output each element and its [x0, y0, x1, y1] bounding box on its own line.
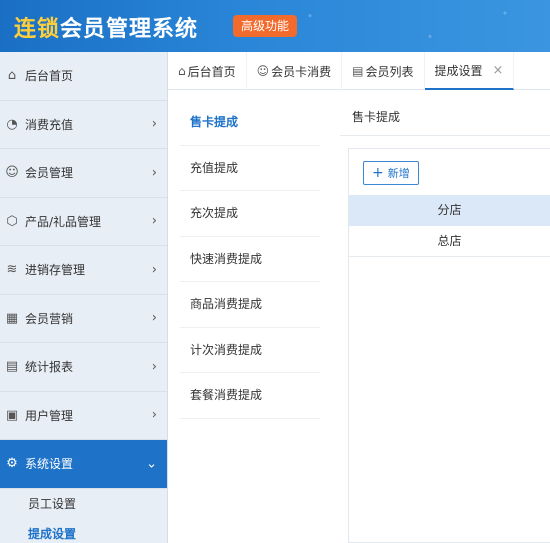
sidebar-item-label: 系统设置 — [25, 457, 74, 472]
home-icon: ⌂ — [7, 68, 17, 84]
sidebar-item-consume-recharge[interactable]: ◔ 消费充值 › — [0, 101, 167, 149]
list-icon: ▤ — [352, 64, 364, 78]
tab-home[interactable]: ⌂ 后台首页 — [168, 52, 247, 90]
chevron-right-icon: › — [151, 359, 157, 375]
sidebar-item-products[interactable]: ⬡ 产品/礼品管理 › — [0, 198, 167, 246]
panel-title: 售卡提成 — [340, 96, 550, 136]
menu-item-recharge-commission[interactable]: 充值提成 — [180, 146, 320, 191]
tab-member-card-consume[interactable]: ☺ 会员卡消费 — [247, 52, 343, 90]
sidebar-subitem-staff-settings[interactable]: 员工设置 — [0, 489, 167, 519]
menu-item-package-consume-commission[interactable]: 套餐消费提成 — [180, 373, 320, 419]
sidebar-item-inventory[interactable]: ≋ 进销存管理 › — [0, 246, 167, 295]
sidebar-item-label: 会员管理 — [25, 166, 74, 181]
tab-label: 会员列表 — [365, 64, 414, 79]
tab-member-list[interactable]: ▤ 会员列表 — [342, 52, 425, 90]
table-header-branch: 分店 — [349, 195, 550, 226]
chevron-right-icon: › — [151, 165, 157, 181]
sidebar-item-label: 产品/礼品管理 — [25, 214, 102, 229]
sidebar-item-system-settings[interactable]: ⚙ 系统设置 ⌄ — [0, 440, 167, 489]
menu-item-count-consume-commission[interactable]: 计次消费提成 — [180, 328, 320, 373]
sidebar-item-marketing[interactable]: ▦ 会员营销 › — [0, 295, 167, 343]
home-icon: ⌂ — [178, 64, 186, 78]
add-button-label: 新增 — [387, 167, 410, 180]
sidebar-item-label: 进销存管理 — [25, 263, 86, 278]
tab-commission-settings[interactable]: 提成设置 × — [424, 52, 515, 90]
grid-icon: ▦ — [5, 310, 19, 326]
user-doc-icon: ▣ — [5, 407, 19, 423]
commission-panel: + 新增 分店 总店 — [348, 148, 550, 543]
chevron-right-icon: › — [151, 262, 157, 278]
commission-type-menu: 售卡提成 充值提成 充次提成 快速消费提成 商品消费提成 计次消费提成 套餐消费… — [180, 100, 320, 419]
gauge-icon: ◔ — [6, 116, 18, 132]
app-header: 连锁会员管理系统 高级功能 — [0, 0, 550, 52]
calendar-icon: ▤ — [5, 359, 19, 375]
sidebar-item-label: 用户管理 — [25, 408, 74, 423]
app-title-highlight: 连锁 — [14, 17, 61, 42]
tab-label: 后台首页 — [187, 64, 236, 79]
sidebar-item-home[interactable]: ⌂ 后台首页 — [0, 52, 167, 101]
app-title: 连锁会员管理系统 — [14, 11, 198, 43]
plus-icon: + — [372, 165, 384, 181]
tab-bar: ⌂ 后台首页 ☺ 会员卡消费 ▤ 会员列表 提成设置 × — [168, 52, 550, 90]
menu-item-goods-consume-commission[interactable]: 商品消费提成 — [180, 282, 320, 328]
sidebar: ⌂ 后台首页 ◔ 消费充值 › ☺ 会员管理 › ⬡ 产品/礼品管理 › ≋ 进… — [0, 52, 168, 543]
sidebar-item-users[interactable]: ▣ 用户管理 › — [0, 392, 167, 440]
sidebar-item-label: 后台首页 — [25, 69, 74, 84]
box-icon: ⬡ — [6, 213, 18, 229]
chevron-down-icon: ⌄ — [146, 456, 157, 472]
chevron-right-icon: › — [151, 116, 157, 132]
menu-item-recharge-count-commission[interactable]: 充次提成 — [180, 191, 320, 237]
menu-item-quick-consume-commission[interactable]: 快速消费提成 — [180, 237, 320, 282]
branch-table: 分店 总店 — [349, 195, 550, 257]
tab-label: 会员卡消费 — [271, 64, 332, 79]
sidebar-item-label: 统计报表 — [25, 360, 74, 375]
sidebar-item-reports[interactable]: ▤ 统计报表 › — [0, 343, 167, 392]
sidebar-item-label: 会员营销 — [25, 311, 74, 326]
sidebar-subitem-commission-settings[interactable]: 提成设置 — [0, 519, 167, 543]
sidebar-item-label: 消费充值 — [25, 117, 74, 132]
sidebar-item-members[interactable]: ☺ 会员管理 › — [0, 149, 167, 198]
chevron-right-icon: › — [151, 310, 157, 326]
menu-item-card-sale-commission[interactable]: 售卡提成 — [180, 100, 320, 146]
user-icon: ☺ — [256, 64, 270, 78]
chevron-right-icon: › — [151, 213, 157, 229]
premium-badge[interactable]: 高级功能 — [233, 15, 298, 37]
add-button[interactable]: + 新增 — [363, 161, 419, 185]
app-title-rest: 会员管理系统 — [60, 17, 199, 42]
layers-icon: ≋ — [6, 262, 18, 278]
user-icon: ☺ — [5, 165, 19, 181]
tab-label: 提成设置 — [434, 63, 483, 78]
table-row[interactable]: 总店 — [349, 226, 550, 257]
gear-icon: ⚙ — [6, 456, 18, 472]
close-icon[interactable]: × — [493, 63, 504, 78]
chevron-right-icon: › — [151, 407, 157, 423]
